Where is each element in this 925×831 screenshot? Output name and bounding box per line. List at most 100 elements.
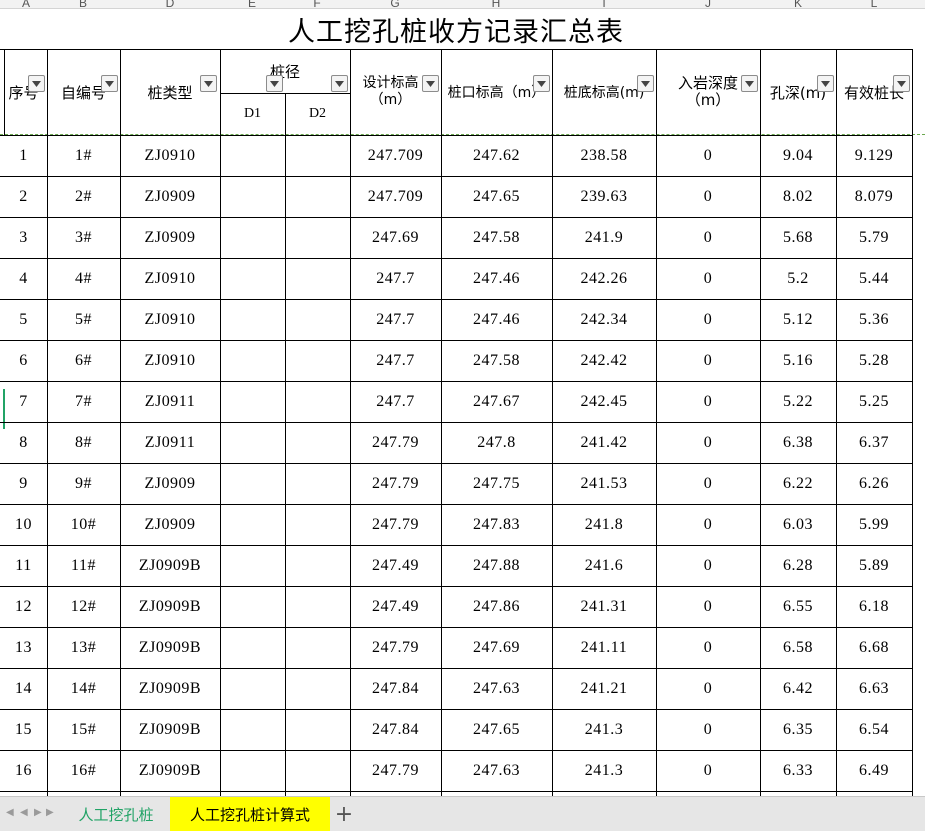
table-cell[interactable]: [220, 340, 285, 381]
table-cell[interactable]: 247.8: [441, 422, 552, 463]
table-cell[interactable]: [285, 422, 350, 463]
table-cell[interactable]: 247.69: [441, 627, 552, 668]
sheet-tab-piles[interactable]: 人工挖孔桩: [62, 797, 170, 831]
table-cell[interactable]: 247.79: [350, 627, 441, 668]
table-cell[interactable]: 7: [0, 381, 47, 422]
table-cell[interactable]: 2: [0, 176, 47, 217]
table-cell[interactable]: 1#: [47, 135, 120, 176]
column-letter[interactable]: B: [73, 0, 93, 8]
filter-d2-button[interactable]: [331, 75, 348, 92]
table-cell[interactable]: [220, 176, 285, 217]
table-cell[interactable]: 11: [0, 545, 47, 586]
filter-hole-depth-button[interactable]: [817, 75, 834, 92]
table-cell[interactable]: 6.18: [836, 586, 912, 627]
table-cell[interactable]: 247.67: [441, 381, 552, 422]
table-cell[interactable]: [285, 176, 350, 217]
table-cell[interactable]: 0: [656, 709, 760, 750]
table-cell[interactable]: 247.88: [441, 545, 552, 586]
table-cell[interactable]: 8#: [47, 422, 120, 463]
table-cell[interactable]: 0: [656, 668, 760, 709]
table-cell[interactable]: 0: [656, 176, 760, 217]
column-letter[interactable]: J: [698, 0, 718, 8]
table-cell[interactable]: [220, 381, 285, 422]
table-cell[interactable]: 0: [656, 340, 760, 381]
table-cell[interactable]: 4: [0, 258, 47, 299]
table-cell[interactable]: [220, 586, 285, 627]
table-cell[interactable]: 0: [656, 135, 760, 176]
filter-design-elevation-button[interactable]: [422, 75, 439, 92]
table-cell[interactable]: 0: [656, 627, 760, 668]
column-letter[interactable]: A: [16, 0, 36, 8]
table-cell[interactable]: 247.709: [350, 176, 441, 217]
sheet-title[interactable]: 人工挖孔桩收方记录汇总表: [0, 9, 912, 49]
column-letter[interactable]: I: [594, 0, 614, 8]
table-cell[interactable]: 247.65: [441, 176, 552, 217]
table-cell[interactable]: 0: [656, 381, 760, 422]
filter-d1-button[interactable]: [266, 75, 283, 92]
header-seq[interactable]: 序号: [0, 49, 47, 135]
table-cell[interactable]: 247.65: [441, 709, 552, 750]
table-cell[interactable]: [220, 422, 285, 463]
table-cell[interactable]: [285, 463, 350, 504]
table-cell[interactable]: 10: [0, 504, 47, 545]
column-letter[interactable]: H: [486, 0, 506, 8]
table-cell[interactable]: ZJ0909B: [120, 750, 220, 791]
table-cell[interactable]: 5.28: [836, 340, 912, 381]
worksheet-grid[interactable]: 人工挖孔桩收方记录汇总表 序号 自编号 桩类型 桩径 D1 D2 设计标高 （m） 桩口标高（m）…: [0, 9, 925, 796]
table-cell[interactable]: 0: [656, 750, 760, 791]
table-cell[interactable]: 9#: [47, 463, 120, 504]
table-cell[interactable]: 247.86: [441, 586, 552, 627]
table-cell[interactable]: 12#: [47, 586, 120, 627]
table-cell[interactable]: 8.02: [760, 176, 836, 217]
table-cell[interactable]: 9: [0, 463, 47, 504]
table-cell[interactable]: [285, 709, 350, 750]
table-cell[interactable]: ZJ0909: [120, 463, 220, 504]
table-cell[interactable]: 5.36: [836, 299, 912, 340]
table-cell[interactable]: [220, 750, 285, 791]
table-cell[interactable]: [285, 217, 350, 258]
table-cell[interactable]: 6.49: [836, 750, 912, 791]
header-self-no[interactable]: 自编号: [47, 49, 120, 135]
table-cell[interactable]: 1: [0, 135, 47, 176]
table-cell[interactable]: 4#: [47, 258, 120, 299]
table-cell[interactable]: 238.58: [552, 135, 656, 176]
table-cell[interactable]: 6.38: [760, 422, 836, 463]
table-cell[interactable]: 6: [0, 340, 47, 381]
table-cell[interactable]: [285, 668, 350, 709]
filter-effective-length-button[interactable]: [893, 75, 910, 92]
table-cell[interactable]: 247.7: [350, 299, 441, 340]
table-cell[interactable]: 242.42: [552, 340, 656, 381]
table-cell[interactable]: ZJ0909B: [120, 627, 220, 668]
table-cell[interactable]: 247.58: [441, 217, 552, 258]
table-cell[interactable]: [220, 545, 285, 586]
table-cell[interactable]: [285, 750, 350, 791]
filter-rock-depth-button[interactable]: [741, 75, 758, 92]
table-cell[interactable]: 2#: [47, 176, 120, 217]
header-d1[interactable]: D1: [220, 93, 285, 135]
sheet-tab-pile-formulas[interactable]: 人工挖孔桩计算式: [170, 797, 330, 831]
table-cell[interactable]: [220, 627, 285, 668]
table-cell[interactable]: ZJ0910: [120, 299, 220, 340]
table-cell[interactable]: 247.709: [350, 135, 441, 176]
table-cell[interactable]: 15: [0, 709, 47, 750]
table-cell[interactable]: 247.63: [441, 750, 552, 791]
header-pile-bottom-elevation[interactable]: 桩底标高(m): [552, 49, 656, 135]
table-cell[interactable]: 6.35: [760, 709, 836, 750]
column-letter[interactable]: G: [385, 0, 405, 8]
table-cell[interactable]: 247.84: [350, 668, 441, 709]
table-cell[interactable]: ZJ0911: [120, 422, 220, 463]
column-letter[interactable]: K: [788, 0, 808, 8]
table-cell[interactable]: 9.129: [836, 135, 912, 176]
table-cell[interactable]: [220, 668, 285, 709]
table-cell[interactable]: [285, 545, 350, 586]
table-cell[interactable]: [220, 258, 285, 299]
table-cell[interactable]: 5.25: [836, 381, 912, 422]
table-cell[interactable]: ZJ0909B: [120, 545, 220, 586]
table-cell[interactable]: 0: [656, 217, 760, 258]
header-pile-top-elevation[interactable]: 桩口标高（m）: [441, 49, 552, 135]
table-cell[interactable]: 241.11: [552, 627, 656, 668]
table-cell[interactable]: 12: [0, 586, 47, 627]
table-cell[interactable]: [285, 504, 350, 545]
table-cell[interactable]: 6.42: [760, 668, 836, 709]
table-cell[interactable]: 241.9: [552, 217, 656, 258]
